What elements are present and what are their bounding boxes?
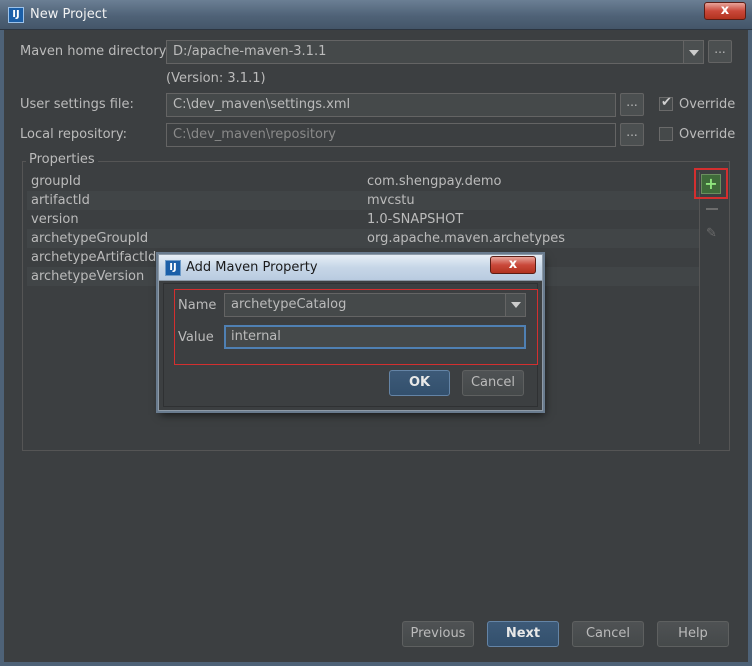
property-value: 1.0-SNAPSHOT xyxy=(367,212,464,227)
table-row[interactable]: version 1.0-SNAPSHOT xyxy=(27,210,699,229)
dialog-cancel-button[interactable]: Cancel xyxy=(462,370,524,396)
maven-version-text: (Version: 3.1.1) xyxy=(166,71,266,86)
add-maven-property-dialog: IJ Add Maven Property x Name archetypeCa… xyxy=(158,254,543,411)
local-repository-label: Local repository: xyxy=(20,127,127,142)
table-row[interactable]: archetypeGroupId org.apache.maven.archet… xyxy=(27,229,699,248)
chevron-down-icon[interactable] xyxy=(683,41,703,63)
property-key: artifactId xyxy=(31,193,90,208)
dialog-close-button[interactable]: x xyxy=(490,256,536,274)
local-repository-value: C:\dev_maven\repository xyxy=(173,127,336,142)
maven-home-combobox[interactable]: D:/apache-maven-3.1.1 xyxy=(166,40,704,64)
property-value: com.shengpay.demo xyxy=(367,174,502,189)
minus-icon[interactable] xyxy=(706,208,718,210)
property-key: archetypeVersion xyxy=(31,269,145,284)
property-key: version xyxy=(31,212,79,227)
table-row[interactable]: artifactId mvcstu xyxy=(27,191,699,210)
local-repository-browse-button[interactable]: ... xyxy=(620,123,644,146)
name-label: Name xyxy=(178,298,217,313)
dialog-title: Add Maven Property xyxy=(186,260,318,275)
user-settings-label: User settings file: xyxy=(20,97,134,112)
value-value: internal xyxy=(231,329,281,344)
user-settings-override-checkbox[interactable] xyxy=(659,95,673,111)
user-settings-browse-button[interactable]: ... xyxy=(620,93,644,116)
window-titlebar: IJ New Project x xyxy=(0,0,752,30)
value-field[interactable]: internal xyxy=(224,325,526,349)
local-repository-override-label: Override xyxy=(679,127,736,142)
user-settings-field[interactable]: C:\dev_maven\settings.xml xyxy=(166,93,616,117)
property-value: mvcstu xyxy=(367,193,415,208)
chevron-down-icon[interactable] xyxy=(505,294,525,316)
property-key: archetypeGroupId xyxy=(31,231,149,246)
property-key: groupId xyxy=(31,174,81,189)
dialog-body: Name archetypeCatalog Value internal OK … xyxy=(163,283,538,407)
add-property-button[interactable]: + xyxy=(701,174,721,194)
window-close-button[interactable]: x xyxy=(704,2,746,20)
next-button[interactable]: Next xyxy=(487,621,559,647)
dialog-titlebar: IJ Add Maven Property x xyxy=(159,255,542,281)
table-row[interactable]: groupId com.shengpay.demo xyxy=(27,172,699,191)
properties-toolbar xyxy=(699,172,728,444)
help-button[interactable]: Help xyxy=(657,621,729,647)
maven-home-value: D:/apache-maven-3.1.1 xyxy=(173,44,327,59)
property-key: archetypeArtifactId xyxy=(31,250,157,265)
user-settings-value: C:\dev_maven\settings.xml xyxy=(173,97,351,112)
property-value: org.apache.maven.archetypes xyxy=(367,231,566,246)
ok-button[interactable]: OK xyxy=(389,370,450,396)
local-repository-field[interactable]: C:\dev_maven\repository xyxy=(166,123,616,147)
maven-home-browse-button[interactable]: ... xyxy=(708,40,732,63)
name-combobox[interactable]: archetypeCatalog xyxy=(224,293,526,317)
previous-button[interactable]: Previous xyxy=(402,621,474,647)
intellij-icon: IJ xyxy=(8,7,24,23)
pencil-icon[interactable]: ✎ xyxy=(706,226,720,241)
value-label: Value xyxy=(178,330,214,345)
maven-home-label: Maven home directory: xyxy=(20,44,170,59)
window-title: New Project xyxy=(30,7,107,22)
cancel-button[interactable]: Cancel xyxy=(572,621,644,647)
name-value: archetypeCatalog xyxy=(231,297,347,312)
local-repository-override-checkbox[interactable] xyxy=(659,127,673,141)
user-settings-override-label: Override xyxy=(679,97,736,112)
properties-title: Properties xyxy=(26,152,98,167)
intellij-icon: IJ xyxy=(165,260,181,276)
